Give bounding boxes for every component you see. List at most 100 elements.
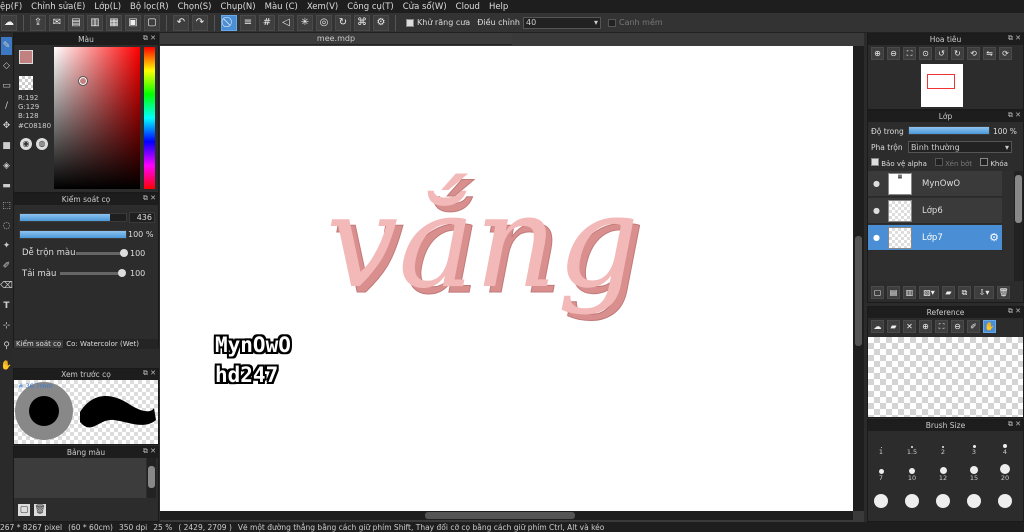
canvas-vertical-scrollbar[interactable] <box>853 46 864 511</box>
new-halftone-layer-icon[interactable]: ▤ <box>887 286 900 299</box>
smooth-toggle[interactable]: Canh mềm <box>607 18 663 27</box>
add-palette-icon[interactable]: ▢ <box>18 504 30 516</box>
select-eraser-icon[interactable]: ⌫ <box>0 277 13 295</box>
grid-snap-icon[interactable]: # <box>259 14 275 31</box>
duplicate-layer-icon[interactable]: ⧉ <box>958 286 971 299</box>
layout-icon[interactable]: ▣ <box>125 14 141 31</box>
redo-icon[interactable]: ↷ <box>192 14 208 31</box>
chat-icon[interactable]: ✉ <box>49 14 65 31</box>
select-tool-icon[interactable]: ⬚ <box>1 197 12 215</box>
menu-select[interactable]: Chọn(S) <box>178 2 212 12</box>
window-icon[interactable]: ▤ <box>68 14 84 31</box>
menu-window[interactable]: Cửa sổ(W) <box>403 2 447 12</box>
brush-size-slider[interactable] <box>19 213 127 222</box>
canvas-horizontal-scrollbar[interactable] <box>160 511 853 520</box>
clip-checkbox[interactable] <box>934 158 943 166</box>
menu-filter[interactable]: Bộ lọc(R) <box>130 2 169 12</box>
brush-size-option[interactable] <box>930 484 956 508</box>
canvas-page[interactable]: vắng vắng MynOwO hd247 <box>160 46 853 511</box>
divide-tool-icon[interactable]: ⊹ <box>1 317 12 335</box>
bezier-snap-icon[interactable]: ⌘ <box>354 14 370 31</box>
zoom-in-icon[interactable]: ⊕ <box>871 47 884 60</box>
layer-row[interactable]: ● Lớp7 ⚙ <box>868 225 1002 251</box>
zoom-in-icon[interactable]: ⊕ <box>919 320 932 333</box>
reload-slider[interactable] <box>60 269 126 277</box>
hand-tool-icon[interactable]: ✋ <box>1 357 12 375</box>
menu-help[interactable]: Help <box>489 2 508 12</box>
zoom-reset-icon[interactable]: ⊙ <box>919 47 932 60</box>
blend-mode-dropdown[interactable]: Bình thường ▾ <box>908 141 1012 153</box>
new-layer-1bit-icon[interactable]: ▥ <box>903 286 916 299</box>
panel-icon[interactable]: ▥ <box>87 14 103 31</box>
brush-size-option[interactable]: 10 <box>899 458 925 482</box>
select-pen-icon[interactable]: ✐ <box>1 257 12 275</box>
clip-toggle[interactable]: Xén bớt <box>934 158 972 168</box>
main-color-swatch[interactable] <box>19 50 33 64</box>
reload-knob[interactable] <box>117 269 126 277</box>
circle-snap-icon[interactable]: ◎ <box>316 14 332 31</box>
brush-size-value[interactable]: 436 <box>129 212 155 223</box>
new-layer-icon[interactable]: ▢ <box>871 286 884 299</box>
transparent-swatch[interactable] <box>19 76 33 90</box>
bucket-tool-icon[interactable]: ◈ <box>1 157 12 175</box>
close-icon[interactable]: ✕ <box>903 320 916 333</box>
fit-icon[interactable]: ⛶ <box>903 47 916 60</box>
brush-size-option[interactable]: 12 <box>930 458 956 482</box>
lock-checkbox[interactable] <box>980 158 989 166</box>
trash-icon[interactable]: 🗑 <box>997 286 1010 299</box>
eyedropper-icon[interactable]: ✐ <box>967 320 980 333</box>
brush-control-tab[interactable]: Kiểm soát cọ <box>14 340 64 348</box>
perspective-snap-icon[interactable]: ◁ <box>278 14 294 31</box>
zoom-out-icon[interactable]: ⊖ <box>887 47 900 60</box>
pen-tool-icon[interactable]: ✎ <box>1 37 12 55</box>
flip-icon[interactable]: ⇋ <box>983 47 996 60</box>
brush-size-option[interactable] <box>992 484 1018 508</box>
layer-row[interactable]: ● Lớp6 <box>868 198 1002 224</box>
frame-icon[interactable]: ▢ <box>144 14 160 31</box>
menu-color[interactable]: Màu (C) <box>265 2 298 12</box>
saturation-value-picker[interactable] <box>54 47 140 189</box>
cloud-icon[interactable]: ☁ <box>1 14 17 31</box>
panel-controls-icon[interactable]: ⧉ ✕ <box>1008 420 1021 429</box>
adjust-dropdown[interactable]: 40 ▾ <box>522 16 601 29</box>
eye-icon[interactable]: ● <box>873 233 880 242</box>
wheel-mode-icon[interactable]: ◉ <box>20 138 32 150</box>
mix-slider[interactable] <box>76 249 128 257</box>
palette-scrollbar[interactable] <box>147 458 156 498</box>
brush-size-option[interactable]: 15 <box>961 458 987 482</box>
reference-view[interactable] <box>868 337 1023 417</box>
hue-slider[interactable] <box>144 47 155 189</box>
navigator-thumbnail[interactable] <box>921 64 963 107</box>
menu-capture[interactable]: Chụp(N) <box>221 2 256 12</box>
refresh-icon[interactable]: ⟳ <box>999 47 1012 60</box>
panel-controls-icon[interactable]: ⧉ ✕ <box>143 369 156 378</box>
lock-toggle[interactable]: Khóa <box>980 158 1008 168</box>
settings-icon[interactable]: ⚙ <box>373 14 389 31</box>
brush-size-option[interactable]: 20 <box>992 458 1018 482</box>
eye-icon[interactable]: ● <box>873 206 880 215</box>
panel-controls-icon[interactable]: ⧉ ✕ <box>143 447 156 456</box>
layer-row[interactable]: ● ▦ MynOwO <box>868 171 1002 197</box>
document-tab[interactable]: mee.mdp <box>160 33 512 45</box>
layer-list-scrollbar[interactable] <box>1014 171 1023 281</box>
menu-tools[interactable]: Công cụ(T) <box>347 2 394 12</box>
panel-controls-icon[interactable]: ⧉ ✕ <box>143 194 156 203</box>
menu-layer[interactable]: Lớp(L) <box>94 2 121 12</box>
protect-alpha-checkbox[interactable] <box>871 158 879 166</box>
palette-mode-icon[interactable]: ◍ <box>36 138 48 150</box>
menu-cloud[interactable]: Cloud <box>456 2 480 12</box>
menu-edit[interactable]: Chỉnh sửa(E) <box>31 2 85 12</box>
palette-area[interactable] <box>14 458 146 498</box>
radial-snap-icon[interactable]: ✳ <box>297 14 313 31</box>
panel-controls-icon[interactable]: ⧉ ✕ <box>1008 34 1021 43</box>
text-tool-icon[interactable]: T <box>1 297 12 315</box>
antialias-checkbox[interactable] <box>406 18 414 27</box>
panel-controls-icon[interactable]: ⧉ ✕ <box>1008 111 1021 120</box>
share-icon[interactable]: ⇪ <box>30 14 46 31</box>
delete-palette-icon[interactable]: 🗑 <box>34 504 46 516</box>
smooth-checkbox[interactable] <box>607 18 616 27</box>
open-folder-icon[interactable]: ▰ <box>887 320 900 333</box>
panel-controls-icon[interactable]: ⧉ ✕ <box>143 34 156 43</box>
move-tool-icon[interactable]: ✥ <box>1 117 12 135</box>
eraser-tool-icon[interactable]: ◇ <box>1 57 12 75</box>
